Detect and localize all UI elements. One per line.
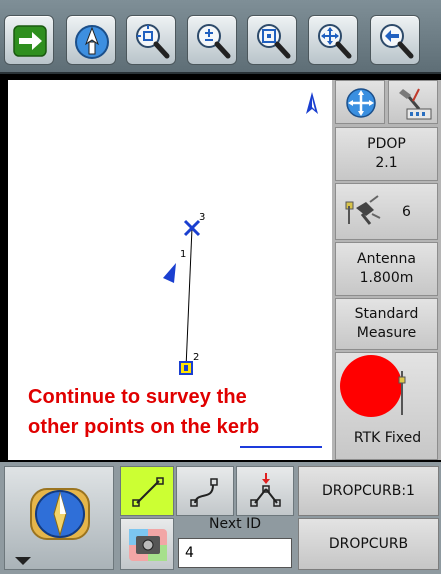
current-position-arrow bbox=[163, 263, 176, 283]
north-arrow-icon bbox=[75, 25, 109, 59]
measure-line-1: Standard bbox=[354, 306, 419, 322]
pdop-indicator[interactable]: PDOP 2.1 bbox=[335, 127, 438, 181]
code-dropcurb-button[interactable]: DROPCURB bbox=[298, 518, 439, 570]
instruction-line-2: other points on the kerb bbox=[28, 416, 260, 438]
zoom-plus-minus-icon bbox=[197, 24, 231, 59]
map-toolbar bbox=[0, 0, 441, 74]
point-3-label: 3 bbox=[199, 212, 205, 223]
fix-status-light bbox=[340, 355, 406, 417]
measure-line-2: Measure bbox=[356, 325, 417, 341]
point-2-marker[interactable] bbox=[179, 361, 193, 375]
pdop-label: PDOP bbox=[367, 136, 406, 152]
camera-icon bbox=[129, 529, 167, 561]
measure-mode-button[interactable]: Standard Measure bbox=[335, 298, 438, 350]
line-icon bbox=[132, 477, 164, 507]
pan-icon bbox=[318, 24, 352, 59]
antenna-height-value: 1.800m bbox=[359, 270, 414, 286]
arrow-right-icon bbox=[13, 25, 47, 57]
antenna-height-button[interactable]: Antenna 1.800m bbox=[335, 242, 438, 296]
zoom-extents-icon bbox=[257, 24, 291, 59]
back-button[interactable] bbox=[370, 15, 420, 65]
satellite-count: 6 bbox=[402, 204, 411, 220]
next-id-field[interactable]: 4 bbox=[178, 538, 292, 568]
line-mode-button[interactable] bbox=[120, 466, 174, 516]
gnss-settings-button[interactable] bbox=[388, 80, 438, 124]
navigate-button[interactable] bbox=[335, 80, 385, 124]
zoom-extents-button[interactable] bbox=[247, 15, 297, 65]
zoom-plus-minus-button[interactable] bbox=[187, 15, 237, 65]
offset-mode-button[interactable] bbox=[236, 466, 294, 516]
curve-icon bbox=[190, 478, 218, 507]
satellites-indicator[interactable]: 6 bbox=[335, 183, 438, 240]
zoom-center-button[interactable] bbox=[126, 15, 176, 65]
north-up-button[interactable] bbox=[66, 15, 116, 65]
map-view[interactable]: 3 1 2 Continue to survey the other point… bbox=[8, 80, 332, 460]
fix-status-button[interactable]: RTK Fixed bbox=[335, 352, 438, 460]
menu-dropdown-icon bbox=[15, 557, 31, 565]
gnss-settings-icon bbox=[399, 88, 432, 120]
fix-status-label: RTK Fixed bbox=[353, 430, 422, 446]
pan-button[interactable] bbox=[308, 15, 358, 65]
main-menu-button[interactable] bbox=[4, 466, 114, 570]
photo-button[interactable] bbox=[120, 518, 174, 570]
status-panel: PDOP 2.1 6 Antenna 1.800m Standard Measu… bbox=[332, 80, 441, 460]
point-2-label: 2 bbox=[193, 352, 199, 363]
back-arrow-icon bbox=[380, 24, 414, 59]
next-id-label: Next ID bbox=[209, 516, 261, 532]
pdop-value: 2.1 bbox=[375, 155, 398, 171]
code-dropcurb-1-button[interactable]: DROPCURB:1 bbox=[298, 466, 439, 516]
next-arrow-button[interactable] bbox=[4, 15, 54, 65]
instruction-line-1: Continue to survey the bbox=[28, 386, 247, 408]
satellite-icon bbox=[345, 195, 381, 225]
north-arrow-icon bbox=[306, 92, 318, 114]
surveyed-line bbox=[185, 227, 193, 369]
offset-point-icon bbox=[250, 473, 281, 507]
zoom-center-icon bbox=[136, 24, 170, 59]
curve-mode-button[interactable] bbox=[176, 466, 234, 516]
antenna-label: Antenna bbox=[357, 251, 416, 267]
survey-app: 3 1 2 Continue to survey the other point… bbox=[0, 0, 441, 574]
instruction-underline bbox=[240, 446, 322, 448]
point-1-label: 1 bbox=[180, 249, 186, 260]
compass-rose-icon bbox=[346, 88, 376, 118]
